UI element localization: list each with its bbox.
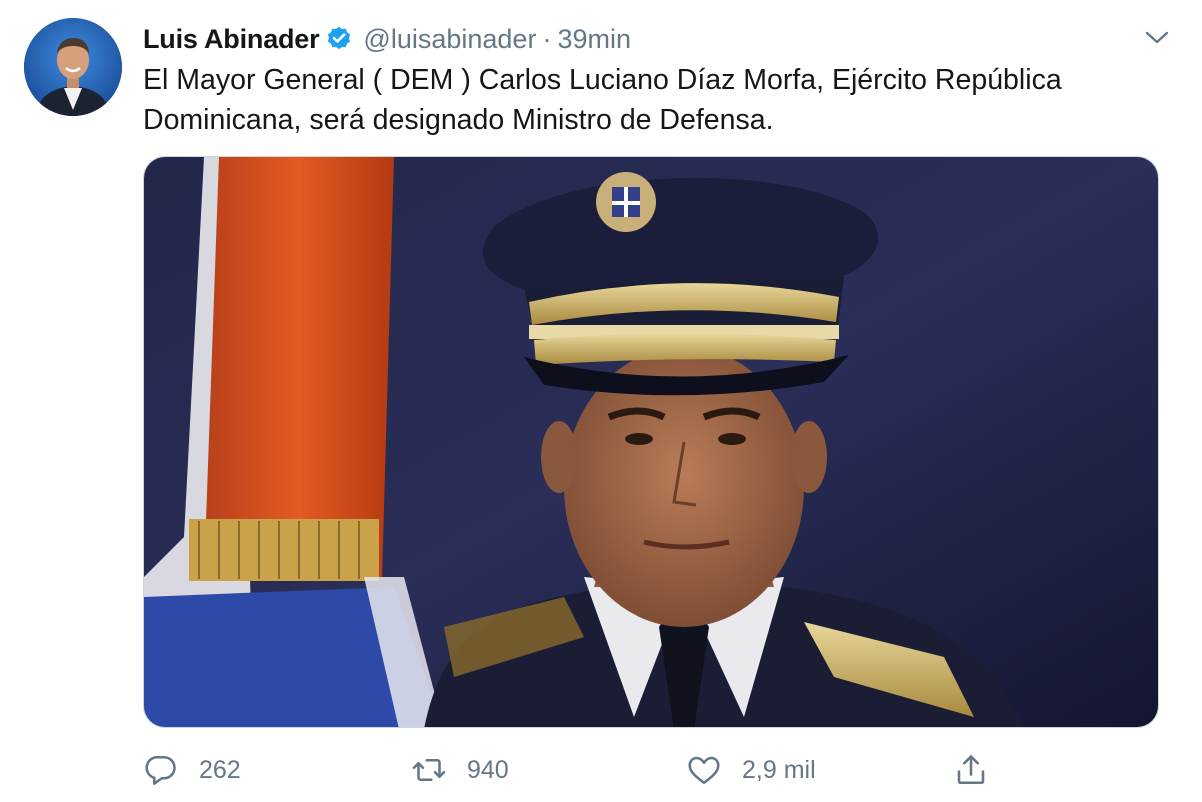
chevron-down-icon[interactable]	[1142, 28, 1172, 48]
tweet-header: Luis Abinader @luisabinader · 39min	[143, 20, 1142, 58]
tweet-text: El Mayor General ( DEM ) Carlos Luciano …	[143, 64, 1062, 136]
share-icon	[953, 752, 989, 788]
like-count: 2,9 mil	[742, 755, 816, 784]
like-button[interactable]: 2,9 mil	[686, 748, 816, 792]
comment-icon	[143, 752, 179, 788]
tweet-actions: 262 940 2,9 mil	[143, 748, 1163, 792]
retweet-button[interactable]: 940	[411, 748, 509, 792]
retweet-count: 940	[467, 755, 509, 784]
retweet-icon	[411, 752, 447, 788]
author-handle[interactable]: @luisabinader	[363, 24, 536, 55]
heart-icon	[686, 752, 722, 788]
author-name[interactable]: Luis Abinader	[143, 24, 320, 55]
author-avatar[interactable]	[24, 18, 122, 116]
verified-badge-icon	[325, 25, 353, 53]
tweet-photo[interactable]	[143, 156, 1159, 728]
share-button[interactable]	[953, 748, 989, 792]
reply-count: 262	[199, 755, 241, 784]
reply-button[interactable]: 262	[143, 748, 241, 792]
separator-dot: ·	[542, 23, 552, 54]
tweet: Luis Abinader @luisabinader · 39min El M…	[0, 0, 1202, 802]
tweet-timestamp[interactable]: 39min	[557, 24, 631, 55]
